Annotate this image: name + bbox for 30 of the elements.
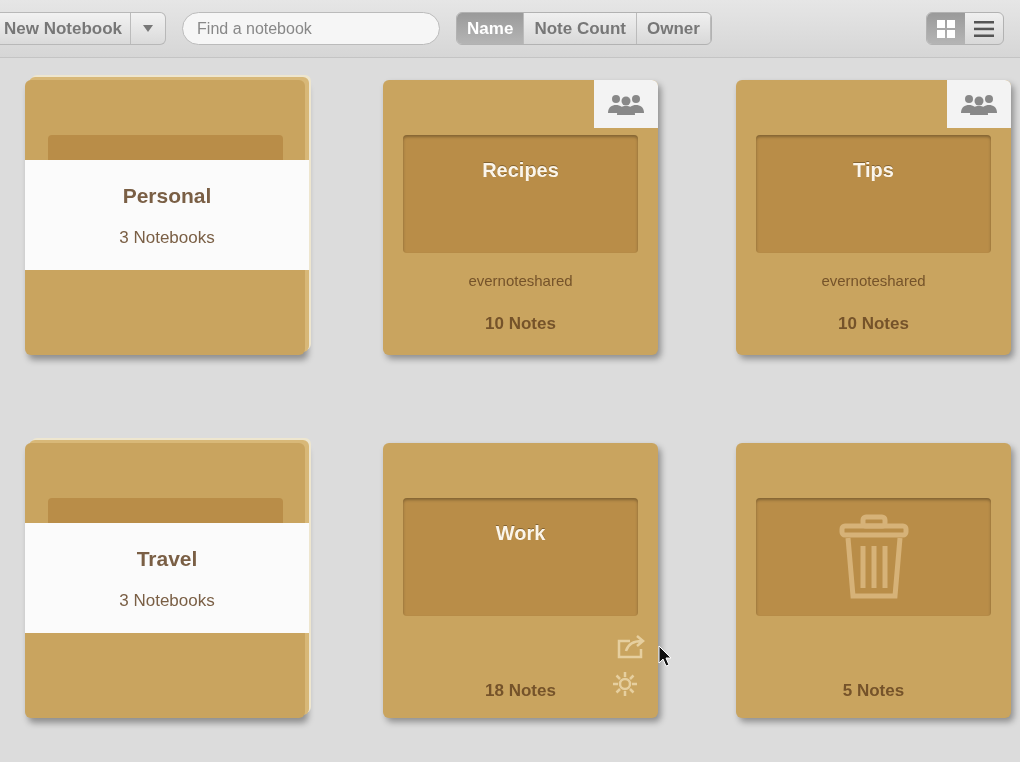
people-icon [959, 93, 999, 115]
notebook-count: 3 Notebooks [119, 590, 215, 612]
new-notebook-button[interactable]: New Notebook [0, 13, 132, 44]
people-icon [606, 93, 646, 115]
notebook-card[interactable]: Recipes evernoteshared 10 Notes [383, 80, 658, 355]
grid-icon [937, 19, 955, 38]
notebook-title: Work [495, 521, 546, 546]
trash-icon [838, 514, 909, 600]
trash-notebook[interactable]: 5 Notes [736, 443, 1011, 718]
caret-icon [143, 25, 154, 32]
notebook-count: 10 Notes [485, 312, 556, 335]
gear-icon[interactable] [612, 671, 638, 697]
notebook-owner: evernoteshared [468, 271, 573, 291]
notebook-count: 18 Notes [485, 680, 556, 702]
notebook-title: Recipes [482, 158, 559, 183]
sort-tab[interactable]: Note Count [524, 13, 637, 44]
notebook-count: 5 Notes [842, 680, 905, 702]
search-field[interactable]: Find a notebook [182, 12, 441, 45]
sort-tab[interactable]: Owner [636, 13, 711, 44]
notebook-count: 3 Notebooks [119, 227, 215, 249]
notebook-owner: evernoteshared [821, 271, 926, 291]
grid-view-button[interactable] [927, 13, 965, 44]
notebook-title: Personal [122, 182, 212, 209]
list-icon [974, 20, 994, 37]
notebook-card[interactable]: Tips evernoteshared 10 Notes [736, 80, 1011, 355]
pointer-icon [658, 644, 672, 667]
notebook-title: Travel [136, 545, 198, 572]
sort-tab[interactable]: Name [457, 13, 525, 44]
notebook-title: Tips [853, 158, 894, 183]
notebook-count: 10 Notes [838, 312, 909, 335]
